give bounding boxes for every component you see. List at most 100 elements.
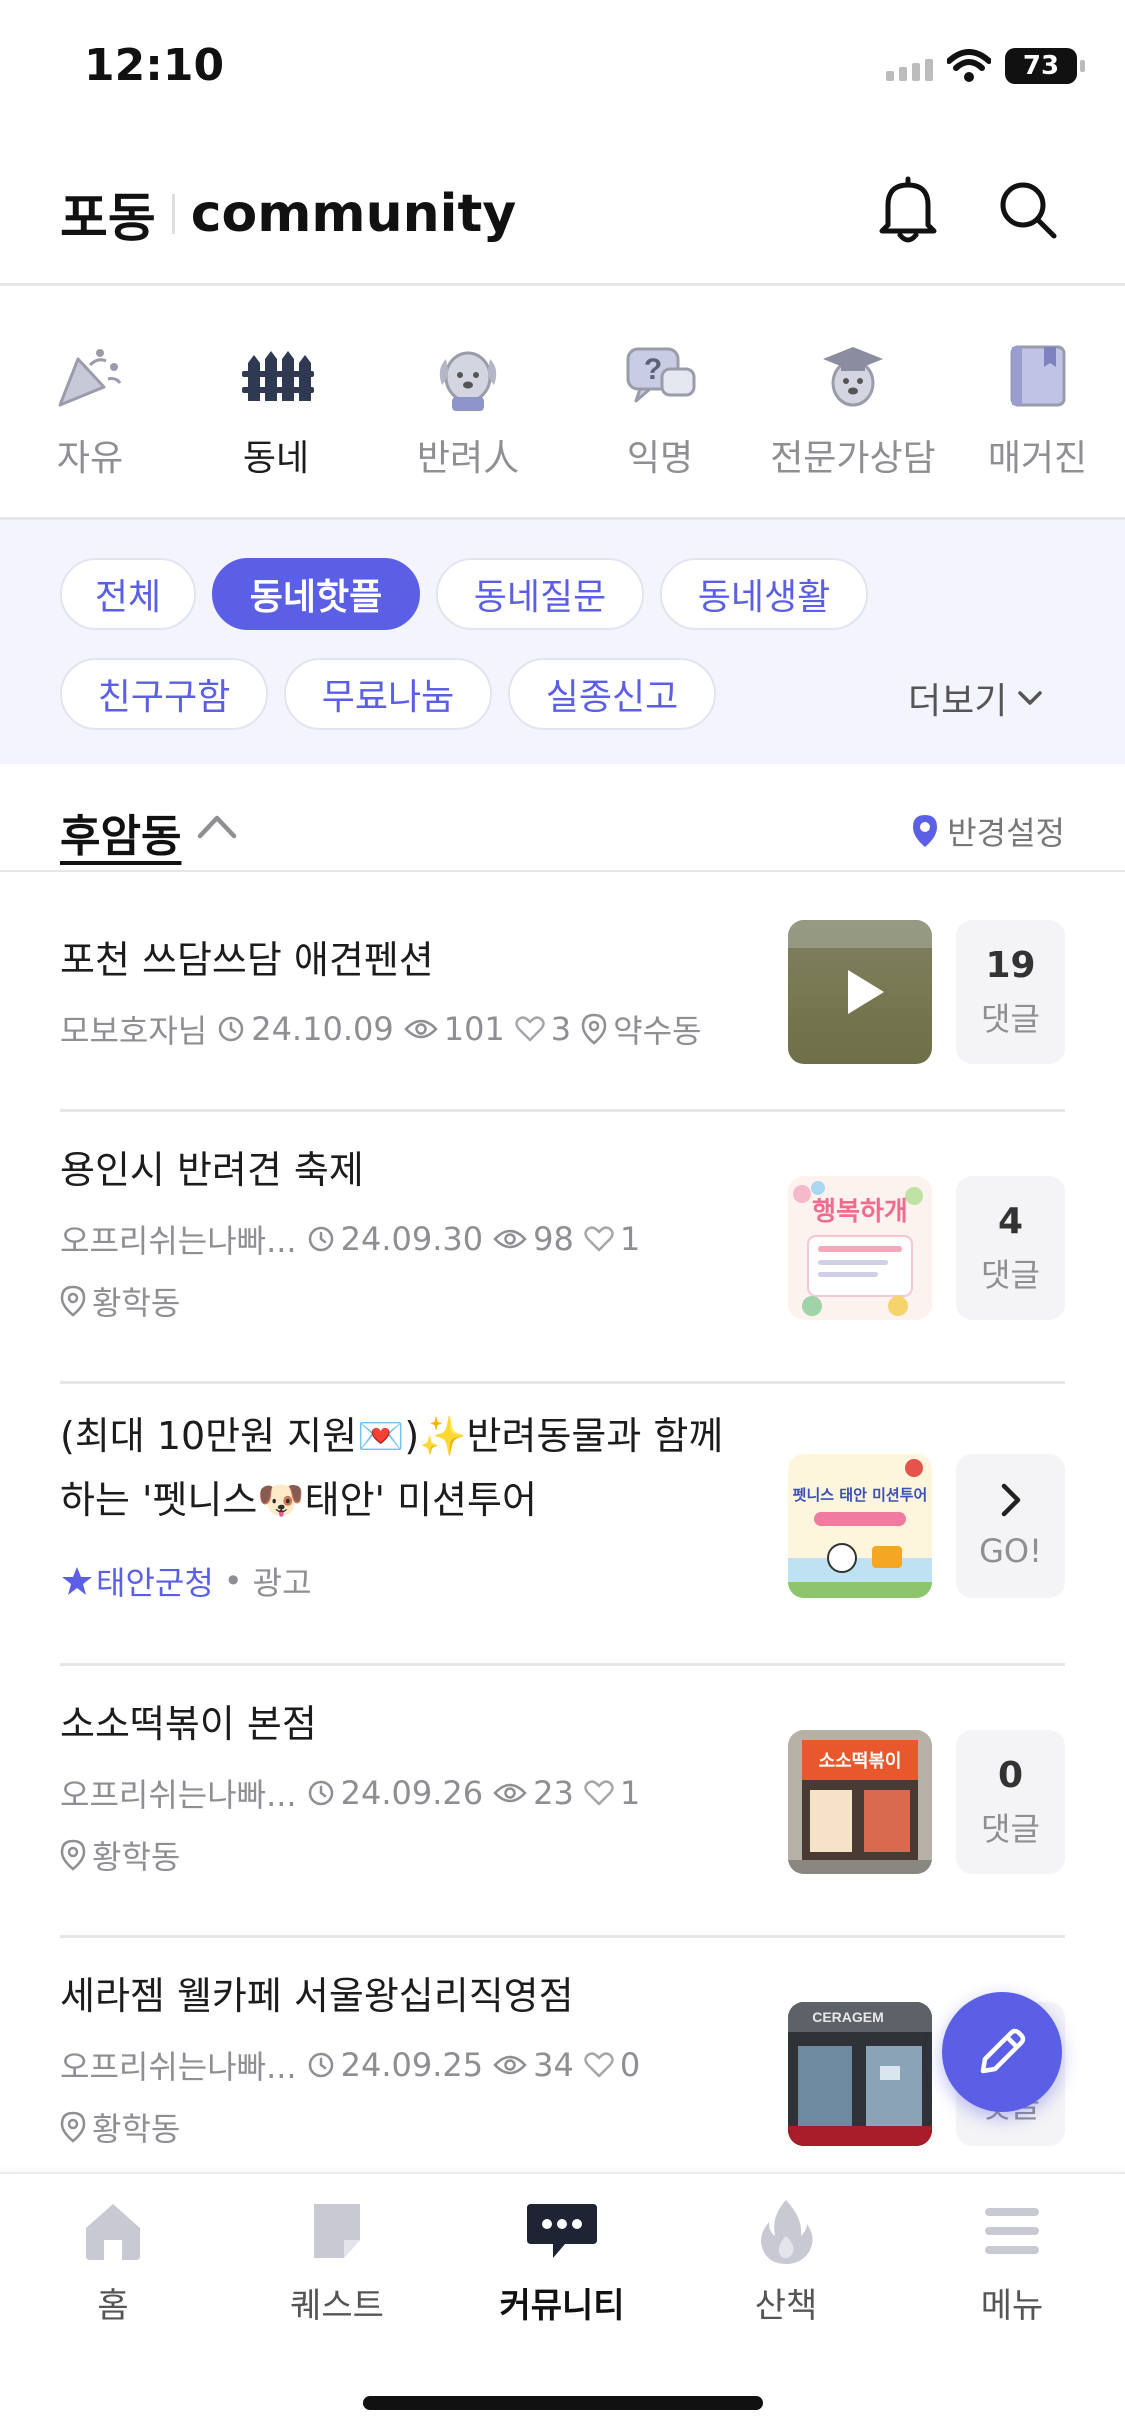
category-tabs: 자유 동네 반려人 ? 익명 전문가상담 매거진 <box>0 289 1125 520</box>
wifi-icon <box>947 49 991 82</box>
post-place: 약수동 <box>613 1012 702 1050</box>
post-title: 세라젬 웰카페 서울왕십리직영점 <box>60 1974 574 2018</box>
write-post-button[interactable] <box>942 1992 1062 2112</box>
app-logo[interactable]: 포동 community <box>60 176 516 251</box>
ad-label: 광고 <box>252 1564 312 1602</box>
heart-icon <box>584 1226 614 1252</box>
app-header: 포동 community <box>0 140 1125 286</box>
post-meta: 오프리쉬는나빠... 24.09.30 98 1 <box>60 1216 650 1262</box>
video-thumbnail[interactable] <box>788 920 932 1064</box>
post-thumbnail[interactable]: 행복하개 <box>788 1176 932 1320</box>
date-group: 24.09.30 <box>307 1220 484 1258</box>
tab-neighborhood[interactable]: 동네 <box>180 289 372 517</box>
ad-item[interactable]: (최대 10만원 지원💌)✨반려동물과 함께 하는 '펫니스🐶태안' 미션투어 … <box>60 1384 1065 1666</box>
place-group: 약수동 <box>581 1006 701 1052</box>
go-button[interactable]: GO! <box>956 1454 1065 1598</box>
tab-magazine[interactable]: 매거진 <box>950 289 1125 517</box>
current-location[interactable]: 후암동 <box>60 800 181 864</box>
comment-count: 4 댓글 <box>956 1176 1065 1320</box>
tab-label: 매거진 <box>987 438 1088 479</box>
post-title: 용인시 반려견 축제 <box>60 1148 364 1192</box>
fence-icon <box>242 351 314 401</box>
post-item[interactable]: 용인시 반려견 축제 오프리쉬는나빠... 24.09.30 98 1 황학동 <box>60 1112 1065 1384</box>
comment-count-number: 19 <box>985 944 1036 986</box>
post-place-row: 황학동 <box>60 1278 190 1324</box>
eye-icon <box>403 1019 438 1039</box>
notification-button[interactable] <box>868 170 948 250</box>
festival-title: 행복하개 <box>812 1197 908 1227</box>
search-button[interactable] <box>988 170 1068 250</box>
nav-walk[interactable]: 산책 <box>706 2196 866 2327</box>
tab-pet-people[interactable]: 반려人 <box>372 289 564 517</box>
post-date: 24.09.30 <box>340 1220 484 1258</box>
chip-free-sharing[interactable]: 무료나눔 <box>284 658 492 730</box>
chip-find-friends[interactable]: 친구구함 <box>60 658 268 730</box>
comment-count: 0 댓글 <box>956 1730 1065 1874</box>
nav-label: 홈 <box>97 2286 129 2326</box>
meta-dot: • <box>223 1562 243 1600</box>
ad-sponsor: 태안군청 <box>96 1564 214 1602</box>
chip-life[interactable]: 동네생활 <box>660 558 868 630</box>
chip-all[interactable]: 전체 <box>60 558 196 630</box>
radius-setting-button[interactable]: 반경설정 <box>911 808 1065 854</box>
eye-icon <box>493 1229 527 1249</box>
date-group: 24.09.26 <box>307 1774 483 1812</box>
nav-quest[interactable]: 퀘스트 <box>257 2196 417 2327</box>
post-thumbnail[interactable]: CERAGEM <box>788 2002 932 2146</box>
tab-expert[interactable]: 전문가상담 <box>756 289 950 517</box>
tab-label: 자유 <box>56 438 124 479</box>
heart-icon <box>515 1016 545 1042</box>
likes-group: 3 <box>515 1010 571 1048</box>
post-date: 24.10.09 <box>251 1010 394 1048</box>
comment-count-number: 4 <box>997 1200 1024 1242</box>
tab-free[interactable]: 자유 <box>0 289 180 517</box>
store-sign-text: CERAGEM <box>812 2009 884 2025</box>
post-likes: 1 <box>619 1774 641 1812</box>
status-time: 12:10 <box>84 40 225 91</box>
tab-label: 동네 <box>242 438 310 479</box>
shop-sign-text: 소소떡볶이 <box>819 1751 902 1772</box>
menu-icon <box>985 2208 1039 2254</box>
chip-hot-places[interactable]: 동네핫플 <box>212 558 420 630</box>
likes-group: 0 <box>584 2046 640 2084</box>
ad-thumbnail[interactable]: 펫니스 태안 미션투어 <box>788 1454 932 1598</box>
status-icons: 73 <box>886 48 1085 84</box>
svg-text:?: ? <box>644 353 662 386</box>
post-item[interactable]: 포천 쓰담쓰담 애견펜션 모보호자님 24.10.09 101 3 약수동 19… <box>60 872 1065 1112</box>
nav-label: 커뮤니티 <box>499 2286 625 2326</box>
place-group: 황학동 <box>60 2104 180 2150</box>
clock-icon <box>308 2052 333 2078</box>
home-icon <box>86 2204 140 2260</box>
location-pin-icon <box>913 815 938 847</box>
question-bubble-icon: ? <box>626 347 696 403</box>
post-title: 소소떡볶이 본점 <box>60 1702 317 1746</box>
home-indicator[interactable] <box>363 2396 763 2410</box>
tour-poster-image: 펫니스 태안 미션투어 <box>788 1459 932 1598</box>
comment-count: 19 댓글 <box>956 920 1065 1064</box>
post-views: 98 <box>533 1220 574 1258</box>
more-filters-button[interactable]: 더보기 <box>908 672 1043 724</box>
logo-brand: 포동 <box>60 189 156 249</box>
date-group: 24.09.25 <box>307 2046 483 2084</box>
go-label: GO! <box>979 1532 1042 1570</box>
comment-count-label: 댓글 <box>981 1809 1040 1848</box>
post-item[interactable]: 세라젬 웰카페 서울왕십리직영점 오프리쉬는나빠... 24.09.25 34 … <box>60 1938 1065 2210</box>
chevron-up-icon[interactable] <box>196 812 238 840</box>
radius-label: 반경설정 <box>947 814 1065 852</box>
chip-questions[interactable]: 동네질문 <box>436 558 644 630</box>
chip-missing-report[interactable]: 실종신고 <box>508 658 716 730</box>
post-author: 오프리쉬는나빠... <box>60 2048 297 2086</box>
nav-menu[interactable]: 메뉴 <box>932 2196 1092 2327</box>
location-row: 후암동 반경설정 <box>0 764 1125 872</box>
clock-icon <box>218 1016 244 1042</box>
post-item[interactable]: 소소떡볶이 본점 오프리쉬는나빠... 24.09.26 23 1 황학동 소소… <box>60 1666 1065 1938</box>
location-pin-outline-icon <box>60 2111 86 2143</box>
tab-label: 익명 <box>626 438 694 479</box>
nav-label: 산책 <box>754 2286 818 2326</box>
post-thumbnail[interactable]: 소소떡볶이 <box>788 1730 932 1874</box>
nav-community[interactable]: 커뮤니티 <box>482 2196 642 2327</box>
clock-icon <box>308 1780 333 1806</box>
quest-note-icon <box>314 2204 360 2258</box>
nav-home[interactable]: 홈 <box>33 2196 193 2327</box>
tab-anonymous[interactable]: ? 익명 <box>564 289 756 517</box>
